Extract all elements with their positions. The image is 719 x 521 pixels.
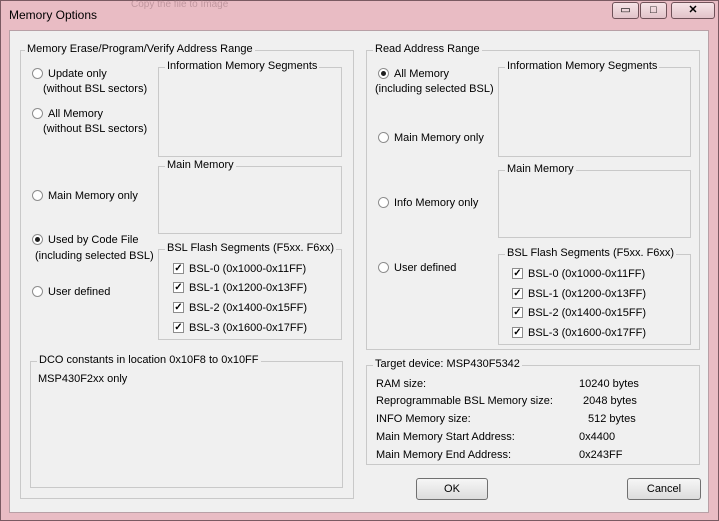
info-size-label: INFO Memory size: xyxy=(376,413,471,425)
radio-circle-selected xyxy=(378,68,389,79)
close-icon: ✕ xyxy=(688,4,698,16)
main-start-value: 0x4400 xyxy=(579,431,616,443)
read-info-memory-segments-group: Information Memory Segments xyxy=(498,60,691,157)
window-title: Memory Options xyxy=(9,8,98,22)
check-icon: ✓ xyxy=(173,263,184,274)
radio-label: Update only xyxy=(48,68,107,80)
checkbox-label: BSL-2 (0x1400-0x15FF) xyxy=(189,302,307,314)
info-memory-segments-title: Information Memory Segments xyxy=(165,60,320,72)
maximize-button[interactable]: □ xyxy=(640,2,667,19)
read-info-memory-segments-title: Information Memory Segments xyxy=(505,60,660,72)
dco-constants-title: DCO constants in location 0x10F8 to 0x10… xyxy=(37,354,261,366)
title-bar[interactable]: Memory Options Copy the file to Image ▭ … xyxy=(1,0,718,29)
checkbox-label: BSL-2 (0x1400-0x15FF) xyxy=(528,307,646,319)
info-memory-segments-group: Information Memory Segments xyxy=(158,60,342,157)
dialog-client-area: Memory Erase/Program/Verify Address Rang… xyxy=(9,30,709,513)
radio-circle xyxy=(378,262,389,273)
check-icon: ✓ xyxy=(512,327,523,338)
radio-circle xyxy=(378,197,389,208)
radio-circle xyxy=(32,286,43,297)
read-main-memory-group: Main Memory xyxy=(498,163,691,238)
info-size-value: 512 bytes xyxy=(588,413,636,425)
minimize-button[interactable]: ▭ xyxy=(612,2,639,19)
radio-label: Main Memory only xyxy=(48,190,138,202)
ram-size-value: 10240 bytes xyxy=(579,378,639,390)
check-icon: ✓ xyxy=(512,307,523,318)
minimize-icon: ▭ xyxy=(620,4,631,16)
maximize-icon: □ xyxy=(650,4,657,16)
checkbox-label: BSL-1 (0x1200-0x13FF) xyxy=(189,282,307,294)
radio-label: User defined xyxy=(48,286,111,298)
radio-label: Used by Code File xyxy=(48,234,139,246)
radio-label: Info Memory only xyxy=(394,197,479,209)
ram-size-label: RAM size: xyxy=(376,378,427,390)
radio-circle xyxy=(32,108,43,119)
main-start-label: Main Memory Start Address: xyxy=(376,431,515,443)
radio-sublabel: (without BSL sectors) xyxy=(43,83,148,95)
checkbox-label: BSL-3 (0x1600-0x17FF) xyxy=(189,322,307,334)
check-icon: ✓ xyxy=(173,302,184,313)
erase-program-verify-title: Memory Erase/Program/Verify Address Rang… xyxy=(25,43,255,55)
memory-options-window: Memory Options Copy the file to Image ▭ … xyxy=(0,0,719,521)
target-device-title: Target device: MSP430F5342 xyxy=(373,358,522,370)
radio-circle xyxy=(378,132,389,143)
main-end-value: 0x243FF xyxy=(579,449,623,461)
check-icon: ✓ xyxy=(512,288,523,299)
bsl-flash-segments-title: BSL Flash Segments (F5xx. F6xx) xyxy=(165,242,337,254)
checkbox-label: BSL-3 (0x1600-0x17FF) xyxy=(528,327,646,339)
check-icon: ✓ xyxy=(173,322,184,333)
radio-label: All Memory xyxy=(48,108,104,120)
radio-label: User defined xyxy=(394,262,457,274)
radio-circle xyxy=(32,68,43,79)
checkbox-label: BSL-1 (0x1200-0x13FF) xyxy=(528,288,646,300)
main-memory-title: Main Memory xyxy=(165,159,236,171)
ok-button[interactable]: OK xyxy=(416,478,488,500)
check-icon: ✓ xyxy=(512,268,523,279)
radio-label: All Memory xyxy=(394,68,450,80)
check-icon: ✓ xyxy=(173,282,184,293)
main-memory-group: Main Memory xyxy=(158,159,342,234)
radio-circle xyxy=(32,190,43,201)
read-address-range-title: Read Address Range xyxy=(373,43,482,55)
background-caption: Copy the file to Image xyxy=(131,0,229,10)
bsl-size-label: Reprogrammable BSL Memory size: xyxy=(376,395,553,407)
radio-circle-selected xyxy=(32,234,43,245)
main-end-label: Main Memory End Address: xyxy=(376,449,512,461)
dco-constants-group: DCO constants in location 0x10F8 to 0x10… xyxy=(30,354,343,488)
close-button[interactable]: ✕ xyxy=(671,2,715,19)
read-bsl-flash-segments-title: BSL Flash Segments (F5xx. F6xx) xyxy=(505,247,677,259)
checkbox-label: BSL-0 (0x1000-0x11FF) xyxy=(189,263,307,275)
radio-sublabel: (including selected BSL) xyxy=(375,83,494,95)
radio-label: Main Memory only xyxy=(394,132,484,144)
cancel-button[interactable]: Cancel xyxy=(627,478,701,500)
dco-note: MSP430F2xx only xyxy=(38,373,128,385)
read-main-memory-title: Main Memory xyxy=(505,163,576,175)
checkbox-label: BSL-0 (0x1000-0x11FF) xyxy=(528,268,646,280)
radio-sublabel: (including selected BSL) xyxy=(35,250,154,262)
radio-sublabel: (without BSL sectors) xyxy=(43,123,148,135)
bsl-size-value: 2048 bytes xyxy=(583,395,637,407)
